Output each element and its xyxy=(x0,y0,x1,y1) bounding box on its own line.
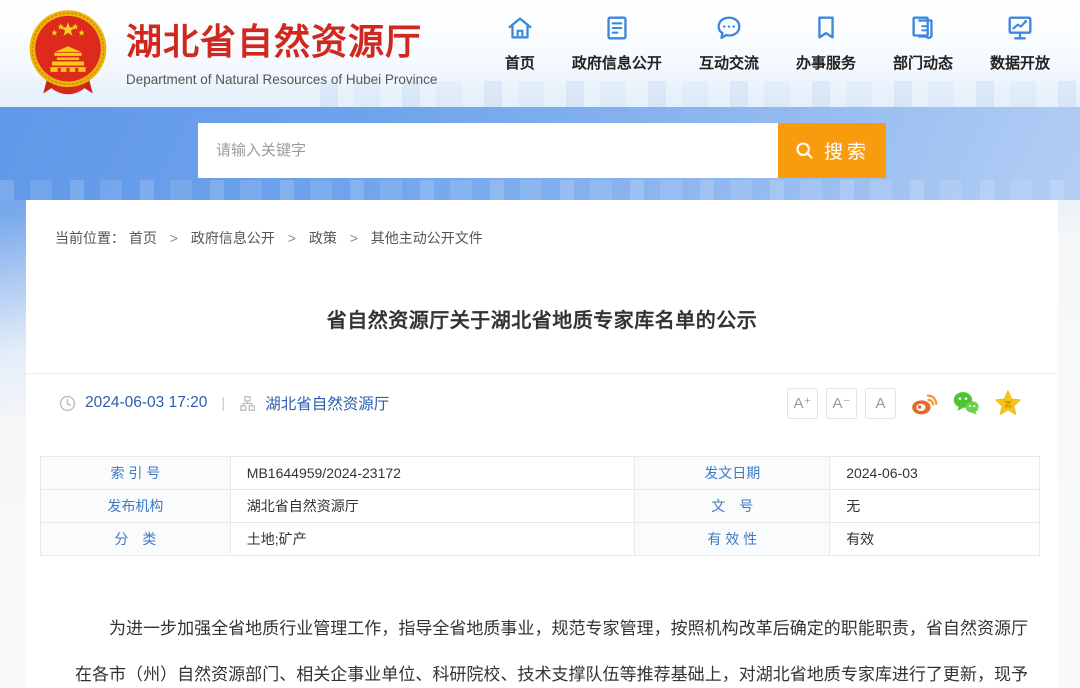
nav-item-department-news[interactable]: 部门动态 xyxy=(893,13,953,73)
article-meta-left: 2024-06-03 17:20 | 湖北省自然资源厅 xyxy=(59,392,389,414)
nav-label: 部门动态 xyxy=(893,52,953,73)
issue-date-value: 2024-06-03 xyxy=(830,457,1040,490)
document-info-table: 索 引 号 MB1644959/2024-23172 发文日期 2024-06-… xyxy=(40,456,1040,556)
nav-label: 互动交流 xyxy=(699,52,759,73)
article-paragraph: 为进一步加强全省地质行业管理工作，指导全省地质事业，规范专家管理，按照机构改革后… xyxy=(75,606,1028,688)
article-source: 湖北省自然资源厅 xyxy=(265,392,389,414)
table-row: 索 引 号 MB1644959/2024-23172 发文日期 2024-06-… xyxy=(41,457,1040,490)
font-increase-button[interactable]: A⁺ xyxy=(787,388,818,419)
weibo-icon[interactable] xyxy=(910,389,938,417)
pages-icon xyxy=(908,13,938,43)
content-card: 当前位置： 首页 > 政府信息公开 > 政策 > 其他主动公开文件 省自然资源厅… xyxy=(26,200,1058,688)
breadcrumb-separator: > xyxy=(170,230,178,246)
meta-divider: | xyxy=(221,395,225,412)
search-icon xyxy=(794,140,815,161)
document-icon xyxy=(602,13,632,43)
font-decrease-button[interactable]: A⁻ xyxy=(826,388,857,419)
breadcrumb-separator: > xyxy=(350,230,358,246)
table-row: 发布机构 湖北省自然资源厅 文 号 无 xyxy=(41,490,1040,523)
breadcrumb-item-other-docs[interactable]: 其他主动公开文件 xyxy=(371,230,483,246)
qzone-star-icon[interactable] xyxy=(994,389,1022,417)
search-box: 搜索 xyxy=(198,123,886,178)
nav-label: 办事服务 xyxy=(796,52,856,73)
issuing-agency-value: 湖北省自然资源厅 xyxy=(230,490,635,523)
home-icon xyxy=(505,13,535,43)
nav-item-gov-info[interactable]: 政府信息公开 xyxy=(572,13,662,73)
wechat-icon[interactable] xyxy=(952,389,980,417)
breadcrumb: 当前位置： 首页 > 政府信息公开 > 政策 > 其他主动公开文件 xyxy=(55,228,1058,248)
publish-time: 2024-06-03 17:20 xyxy=(85,394,207,412)
document-number-label: 文 号 xyxy=(635,490,830,523)
bookmark-icon xyxy=(811,13,841,43)
validity-label: 有 效 性 xyxy=(635,523,830,556)
article-meta-right: A⁺ A⁻ A xyxy=(779,388,1022,419)
site-title: 湖北省自然资源厅 xyxy=(126,13,437,65)
breadcrumb-item-home[interactable]: 首页 xyxy=(129,230,157,246)
breadcrumb-prefix: 当前位置： xyxy=(55,230,125,246)
nav-label: 政府信息公开 xyxy=(572,52,662,73)
site-header: 湖北省自然资源厅 Department of Natural Resources… xyxy=(0,0,1080,107)
search-button[interactable]: 搜索 xyxy=(778,123,886,178)
monitor-chart-icon xyxy=(1005,13,1035,43)
issue-date-label: 发文日期 xyxy=(635,457,830,490)
article-title: 省自然资源厅关于湖北省地质专家库名单的公示 xyxy=(26,304,1058,333)
index-number-label: 索 引 号 xyxy=(41,457,231,490)
search-band: 搜索 xyxy=(0,107,1080,200)
category-label: 分 类 xyxy=(41,523,231,556)
site-brand[interactable]: 湖北省自然资源厅 Department of Natural Resources… xyxy=(126,13,437,87)
site-subtitle: Department of Natural Resources of Hubei… xyxy=(126,72,437,87)
nav-label: 数据开放 xyxy=(990,52,1050,73)
category-value: 土地;矿产 xyxy=(230,523,635,556)
national-emblem-logo[interactable] xyxy=(28,5,108,102)
nav-item-open-data[interactable]: 数据开放 xyxy=(990,13,1050,73)
document-number-value: 无 xyxy=(830,490,1040,523)
nav-item-services[interactable]: 办事服务 xyxy=(796,13,856,73)
nav-item-interaction[interactable]: 互动交流 xyxy=(699,13,759,73)
article-meta-row: 2024-06-03 17:20 | 湖北省自然资源厅 A⁺ A⁻ A xyxy=(26,374,1058,432)
index-number-value: MB1644959/2024-23172 xyxy=(230,457,635,490)
validity-value: 有效 xyxy=(830,523,1040,556)
clock-icon xyxy=(59,395,76,412)
font-reset-button[interactable]: A xyxy=(865,388,896,419)
main-nav: 首页 政府信息公开 互动交流 办事服务 xyxy=(505,13,1050,73)
chat-icon xyxy=(714,13,744,43)
breadcrumb-item-gov-info[interactable]: 政府信息公开 xyxy=(191,230,275,246)
table-row: 分 类 土地;矿产 有 效 性 有效 xyxy=(41,523,1040,556)
issuing-agency-label: 发布机构 xyxy=(41,490,231,523)
nav-item-home[interactable]: 首页 xyxy=(505,13,535,73)
nav-label: 首页 xyxy=(505,52,535,73)
search-input[interactable] xyxy=(198,123,778,178)
breadcrumb-item-policy[interactable]: 政策 xyxy=(309,230,337,246)
article-body: 为进一步加强全省地质行业管理工作，指导全省地质事业，规范专家管理，按照机构改革后… xyxy=(75,606,1028,688)
search-button-label: 搜索 xyxy=(824,137,870,164)
organization-icon xyxy=(239,395,256,412)
breadcrumb-separator: > xyxy=(288,230,296,246)
